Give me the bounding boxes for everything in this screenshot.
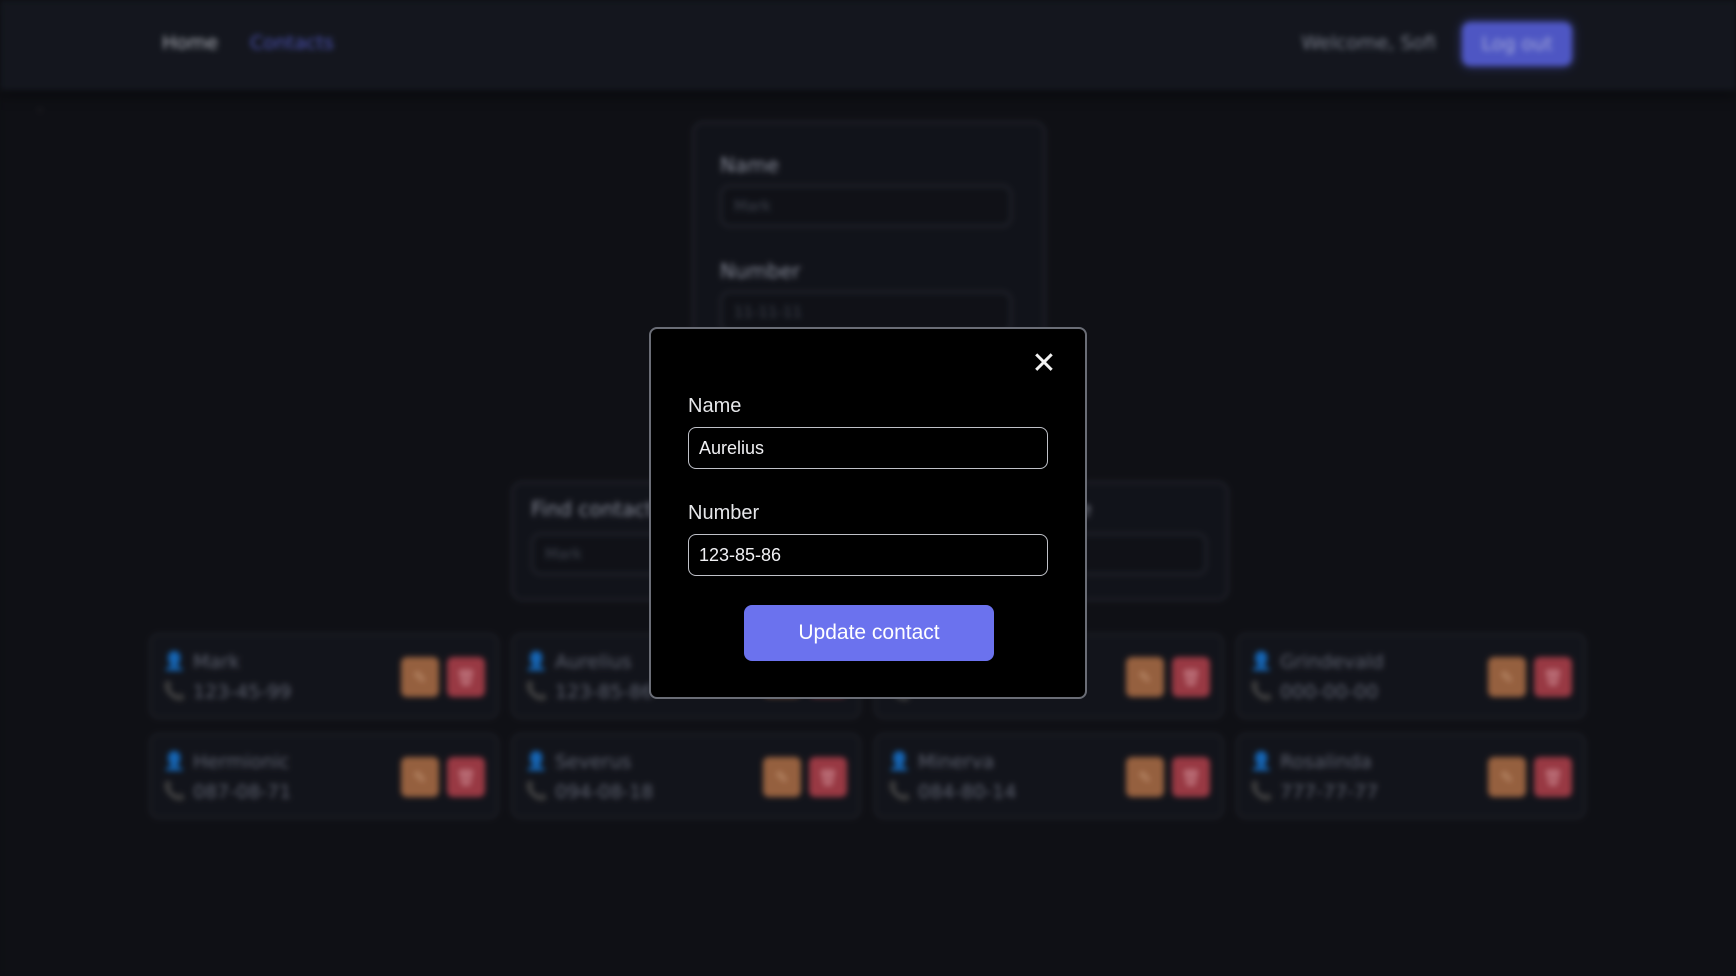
close-icon[interactable]: ✕ (1029, 349, 1059, 379)
name-label: Name (688, 395, 742, 417)
number-label: Number (688, 502, 760, 524)
update-contact-button[interactable]: Update contact (744, 605, 994, 661)
number-input[interactable] (688, 534, 1048, 576)
edit-contact-modal: ✕ Name Number Update contact (649, 327, 1087, 699)
name-input[interactable] (688, 427, 1048, 469)
